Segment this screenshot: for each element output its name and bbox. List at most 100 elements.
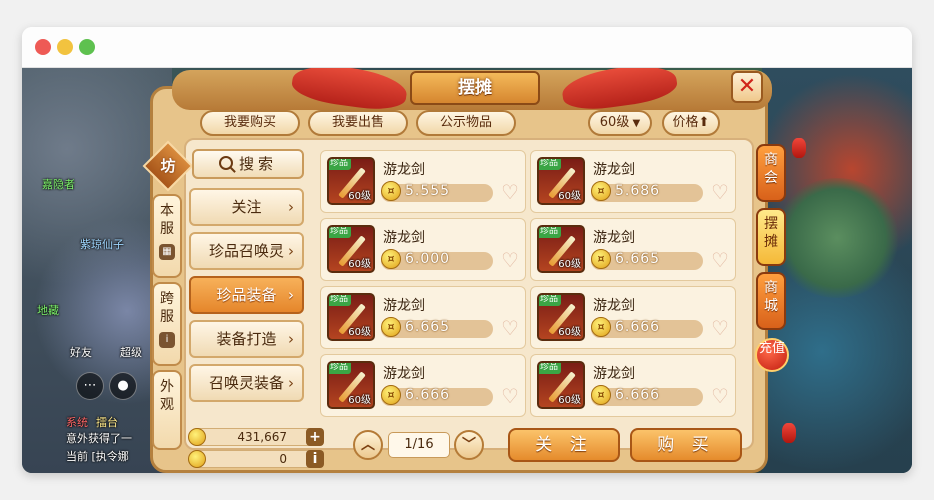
sword-icon: 珍品 60级 xyxy=(327,293,375,341)
plus-icon[interactable]: + xyxy=(306,428,324,446)
chat-icon[interactable]: ⋯ xyxy=(76,372,104,400)
chevron-down-icon: ▼ xyxy=(629,118,641,129)
side-tab-guild-shop[interactable]: 商会 xyxy=(756,144,786,202)
heart-icon[interactable]: ♡ xyxy=(499,181,521,203)
item-card[interactable]: 珍品 60级 游龙剑 ¤ 6.000 ♡ xyxy=(320,218,526,281)
rarity-tag: 珍品 xyxy=(329,295,352,306)
rarity-tag: 珍品 xyxy=(539,159,562,170)
sword-icon: 珍品 60级 xyxy=(327,225,375,273)
item-price: 5.686 xyxy=(615,183,661,199)
level-filter-dropdown[interactable]: 60级 ▼ xyxy=(588,110,652,136)
item-price: 6.666 xyxy=(615,387,661,403)
item-card[interactable]: 珍品 60级 游龙剑 ¤ 6.665 ♡ xyxy=(530,218,736,281)
category-label: 关注 xyxy=(231,198,262,216)
minimize-window-button[interactable] xyxy=(57,39,73,55)
heart-icon[interactable]: ♡ xyxy=(499,249,521,271)
coin-icon: ¤ xyxy=(381,249,401,269)
tab-label: 外观 xyxy=(160,379,174,413)
hud-arena-label: 擂台 xyxy=(96,416,118,429)
chevron-right-icon: › xyxy=(288,286,294,304)
item-card[interactable]: 珍品 60级 游龙剑 ¤ 6.666 ♡ xyxy=(320,354,526,417)
mic-icon[interactable]: ● xyxy=(109,372,137,400)
tab-public-items[interactable]: 公示物品 xyxy=(416,110,516,136)
heart-icon[interactable]: ♡ xyxy=(709,317,731,339)
secondary-balance: 0 xyxy=(190,450,324,468)
search-button[interactable]: 搜索 xyxy=(192,149,304,179)
item-level: 60级 xyxy=(348,191,371,202)
item-name: 游龙剑 xyxy=(383,366,425,382)
coin-icon: ¤ xyxy=(381,181,401,201)
chevron-right-icon: › xyxy=(288,374,294,392)
heart-icon[interactable]: ♡ xyxy=(499,385,521,407)
hud-friends-label: 好友 xyxy=(70,346,92,359)
close-window-button[interactable] xyxy=(35,39,51,55)
category-label: 召唤灵装备 xyxy=(208,374,284,392)
buy-button[interactable]: 购 买 xyxy=(630,428,742,462)
side-tab-mall[interactable]: 商城 xyxy=(756,272,786,330)
item-name: 游龙剑 xyxy=(383,230,425,246)
item-price: 6.665 xyxy=(615,251,661,267)
tab-cross-server[interactable]: 跨服 i xyxy=(152,282,182,366)
prev-page-button[interactable]: ︿ xyxy=(353,430,383,460)
item-name: 游龙剑 xyxy=(383,298,425,314)
item-card[interactable]: 珍品 60级 游龙剑 ¤ 5.555 ♡ xyxy=(320,150,526,213)
coin-icon: ¤ xyxy=(591,181,611,201)
heart-icon[interactable]: ♡ xyxy=(709,181,731,203)
side-tab-stall[interactable]: 摆摊 xyxy=(756,208,786,266)
tab-appearance[interactable]: 外观 xyxy=(152,370,182,450)
search-icon xyxy=(218,156,233,170)
info-icon: i xyxy=(159,332,175,348)
info-icon[interactable]: i xyxy=(306,450,324,468)
hud-super-label: 超级 xyxy=(120,346,142,359)
category-summon-equipment[interactable]: 召唤灵装备 › xyxy=(189,364,304,402)
item-name: 游龙剑 xyxy=(593,162,635,178)
sword-icon: 珍品 60级 xyxy=(537,293,585,341)
item-level: 60级 xyxy=(558,327,581,338)
close-icon[interactable]: ✕ xyxy=(731,71,763,103)
sword-icon: 珍品 60级 xyxy=(537,225,585,273)
rarity-tag: 珍品 xyxy=(539,363,562,374)
chevron-right-icon: › xyxy=(288,242,294,260)
window-titlebar xyxy=(22,27,912,68)
maximize-window-button[interactable] xyxy=(79,39,95,55)
heart-icon[interactable]: ♡ xyxy=(709,385,731,407)
coin-balance: 431,667 xyxy=(190,428,324,446)
tab-local-server[interactable]: 本服 ▦ xyxy=(152,194,182,278)
game-scene-right xyxy=(762,68,912,473)
item-card[interactable]: 珍品 60级 游龙剑 ¤ 6.665 ♡ xyxy=(320,286,526,349)
arrow-up-icon: ⬆ xyxy=(698,115,710,130)
recharge-button[interactable]: 充值 xyxy=(755,338,789,372)
item-level: 60级 xyxy=(348,327,371,338)
level-filter-value: 60级 xyxy=(599,115,630,130)
hud-npc-name: 地藏 xyxy=(37,304,59,317)
item-card[interactable]: 珍品 60级 游龙剑 ¤ 6.666 ♡ xyxy=(530,286,736,349)
next-page-button[interactable]: ﹀ xyxy=(454,430,484,460)
heart-icon[interactable]: ♡ xyxy=(709,249,731,271)
category-rare-equipment[interactable]: 珍品装备 › xyxy=(189,276,304,314)
tab-buy[interactable]: 我要购买 xyxy=(200,110,300,136)
chat-line: 意外获得了一 xyxy=(66,432,132,445)
item-level: 60级 xyxy=(558,191,581,202)
pavilion-roof xyxy=(772,178,902,298)
item-level: 60级 xyxy=(558,395,581,406)
item-card[interactable]: 珍品 60级 游龙剑 ¤ 6.666 ♡ xyxy=(530,354,736,417)
tab-label: 跨服 xyxy=(160,291,174,325)
heart-icon[interactable]: ♡ xyxy=(499,317,521,339)
sort-price-button[interactable]: 价格⬆ xyxy=(662,110,720,136)
item-level: 60级 xyxy=(558,259,581,270)
search-label: 搜索 xyxy=(238,155,277,173)
tab-sell[interactable]: 我要出售 xyxy=(308,110,408,136)
panel-title: 摆摊 xyxy=(410,71,540,105)
sword-icon: 珍品 60级 xyxy=(327,361,375,409)
item-name: 游龙剑 xyxy=(593,230,635,246)
item-price: 6.666 xyxy=(615,319,661,335)
category-rare-summons[interactable]: 珍品召唤灵 › xyxy=(189,232,304,270)
item-price: 6.000 xyxy=(405,251,451,267)
sort-label: 价格 xyxy=(672,115,699,130)
category-follow[interactable]: 关注 › xyxy=(189,188,304,226)
coin-icon xyxy=(188,450,206,468)
follow-button[interactable]: 关 注 xyxy=(508,428,620,462)
item-card[interactable]: 珍品 60级 游龙剑 ¤ 5.686 ♡ xyxy=(530,150,736,213)
category-equipment-forge[interactable]: 装备打造 › xyxy=(189,320,304,358)
lantern-decoration xyxy=(782,423,796,443)
